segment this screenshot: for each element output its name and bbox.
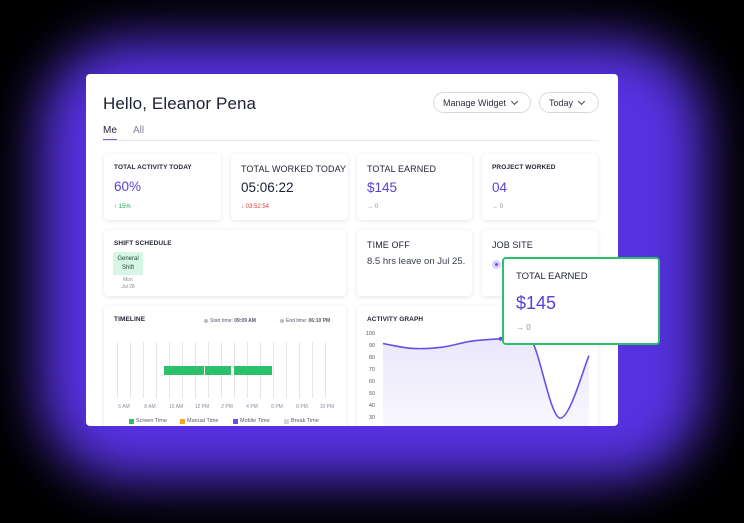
card-delta: → 0 — [492, 204, 504, 210]
timeline-gridline — [273, 342, 274, 398]
y-tick: 60 — [368, 379, 375, 385]
popup-label: TOTAL EARNED — [516, 271, 588, 282]
shift-date: Mon Jul 28 — [113, 277, 143, 291]
card-label: TIMELINE — [114, 316, 146, 323]
card-label: ACTIVITY GRAPH — [367, 316, 424, 323]
start-value: 09:09 AM — [234, 318, 256, 324]
chevron-down-icon — [511, 97, 519, 105]
y-tick: 30 — [368, 415, 375, 421]
location-pin-icon — [492, 260, 501, 269]
timeline-gridline — [312, 342, 313, 398]
chevron-down-icon — [577, 97, 586, 105]
timeline-gridline — [143, 342, 144, 398]
timeline-tick: 2 PM — [221, 404, 233, 410]
timeline-gridline — [156, 342, 157, 398]
card-value: 60% — [114, 179, 142, 194]
card-value: 04 — [492, 180, 508, 195]
legend-swatch — [129, 418, 134, 424]
legend-label: Screen Time — [136, 418, 167, 424]
shift-date-value: Jul 28 — [121, 284, 135, 290]
screen-time-bar[interactable] — [205, 366, 231, 375]
card-label: TOTAL WORKED TODAY — [241, 164, 347, 174]
y-tick: 80 — [368, 355, 375, 361]
card-value: 05:06:22 — [241, 180, 294, 195]
period-label: Today — [549, 97, 574, 108]
legend-label: Manual Time — [187, 418, 219, 424]
manage-widget-label: Manage Widget — [443, 97, 507, 108]
timeline-tick: 8 PM — [296, 404, 308, 410]
y-tick: 90 — [368, 343, 375, 349]
card-label: TOTAL ACTIVITY TODAY — [114, 164, 192, 171]
timeline-gridline — [299, 342, 300, 398]
legend-label: Break Time — [291, 418, 319, 424]
total-activity-card[interactable]: TOTAL ACTIVITY TODAY 60% ↑ 15% — [104, 154, 221, 220]
legend-mobile-time: Mobile Time — [233, 418, 270, 424]
timeline-tick: 10 AM — [168, 404, 184, 410]
legend-screen-time: Screen Time — [129, 418, 167, 424]
dashboard-window: Hello, Eleanor Pena Manage Widget Today … — [86, 74, 618, 426]
tab-me[interactable]: Me — [103, 125, 117, 140]
manage-widget-dropdown[interactable]: Manage Widget — [433, 92, 531, 113]
legend-swatch — [180, 418, 185, 424]
end-dot-icon — [280, 318, 284, 323]
total-earned-card[interactable]: TOTAL EARNED $145 → 0 — [357, 154, 472, 220]
card-delta: → 0 — [367, 204, 379, 210]
tab-all[interactable]: All — [133, 125, 144, 136]
card-delta: ↓ 03:52:54 — [241, 204, 270, 210]
timeline-tick: 6 AM — [118, 404, 130, 410]
end-label: End time: — [286, 318, 308, 324]
timeline-gridline — [117, 342, 118, 398]
shift-tag-line1: General — [117, 256, 139, 262]
shift-schedule-card[interactable]: SHIFT SCHEDULE General Shift Mon Jul 28 — [104, 230, 346, 296]
legend-swatch — [233, 418, 238, 424]
timeline-gridline — [325, 342, 326, 398]
shift-day: Mon — [123, 277, 133, 283]
screen-time-bar[interactable] — [234, 366, 272, 375]
timeline-gridline — [286, 342, 287, 398]
timeline-tick: 8 AM — [144, 404, 156, 410]
time-off-card[interactable]: TIME OFF 8.5 hrs leave on Jul 25. — [357, 230, 472, 296]
card-delta: ↑ 15% — [114, 204, 131, 210]
popup-delta: → 0 — [516, 323, 531, 332]
shift-tag-line2: Shift — [121, 265, 134, 271]
timeline-gridline — [130, 342, 131, 398]
timeline-start: Start time: 09:09 AM — [204, 318, 256, 324]
total-earned-highlight-card[interactable]: TOTAL EARNED $145 → 0 — [502, 257, 660, 345]
popup-value: $145 — [516, 293, 557, 313]
start-dot-icon — [204, 318, 208, 323]
activity-area — [383, 332, 589, 426]
card-label: TIME OFF — [367, 240, 410, 250]
y-tick: 70 — [368, 367, 375, 373]
card-label: TOTAL EARNED — [367, 164, 437, 174]
card-label: JOB SITE — [492, 240, 533, 250]
y-tick: 40 — [368, 403, 375, 409]
period-dropdown[interactable]: Today — [539, 92, 599, 113]
legend-manual-time: Manual Time — [180, 418, 219, 424]
page-title: Hello, Eleanor Pena — [103, 94, 257, 113]
project-worked-card[interactable]: PROJECT WORKED 04 → 0 — [482, 154, 598, 220]
timeline-tick: 6 PM — [271, 404, 283, 410]
card-label: PROJECT WORKED — [492, 164, 556, 171]
end-value: 06:10 PM — [308, 318, 331, 324]
timeline-tick: 12 PM — [194, 404, 210, 410]
time-off-text: 8.5 hrs leave on Jul 25. — [367, 256, 466, 267]
start-label: Start time: — [210, 318, 233, 324]
timeline-tick: 4 PM — [246, 404, 258, 410]
legend-break-time: Break Time — [284, 418, 319, 424]
shift-tag[interactable]: General Shift — [113, 252, 143, 275]
view-tabs: Me All — [103, 125, 599, 141]
y-tick: 50 — [368, 391, 375, 397]
card-value: $145 — [367, 180, 398, 195]
legend-label: Mobile Time — [240, 418, 270, 424]
timeline-tick: 10 PM — [319, 404, 335, 410]
y-tick: 100 — [365, 331, 375, 337]
total-worked-card[interactable]: TOTAL WORKED TODAY 05:06:22 ↓ 03:52:54 — [231, 154, 348, 220]
timeline-end: End time: 06:10 PM — [280, 318, 330, 324]
card-label: SHIFT SCHEDULE — [114, 240, 172, 247]
legend-swatch — [284, 418, 289, 424]
timeline-card: TIMELINE Start time: 09:09 AM End time: … — [104, 306, 346, 426]
screen-time-bar[interactable] — [164, 366, 204, 375]
